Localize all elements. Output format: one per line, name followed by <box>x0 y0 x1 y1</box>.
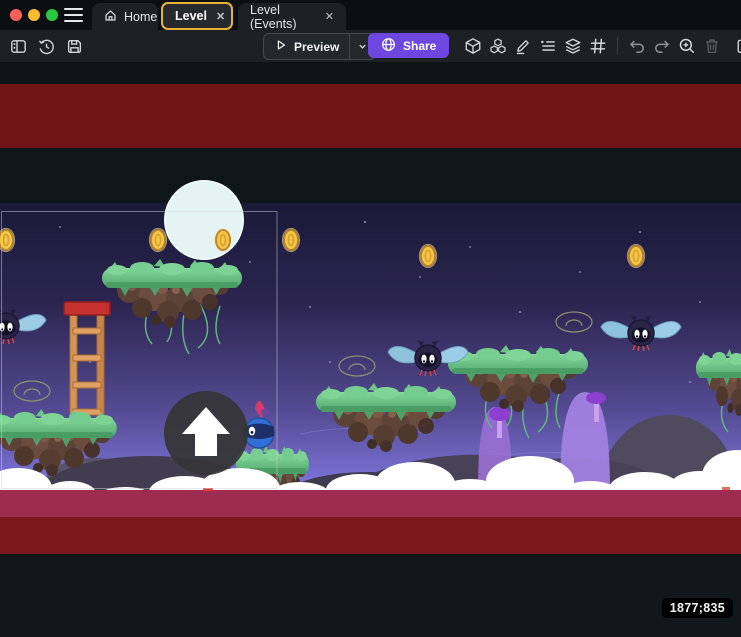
coin[interactable] <box>214 228 231 251</box>
preview-label: Preview <box>294 40 339 54</box>
tab-label: Level (Events) <box>250 3 316 31</box>
delete-icon[interactable] <box>703 37 721 55</box>
close-window-button[interactable] <box>10 9 22 21</box>
panels-icon[interactable] <box>9 37 27 55</box>
divider <box>617 37 618 55</box>
home-icon <box>104 9 117 25</box>
object-groups-icon[interactable] <box>489 37 507 55</box>
close-tab-icon[interactable]: ✕ <box>325 10 334 23</box>
jump-touch-button[interactable] <box>164 391 248 475</box>
coin[interactable] <box>149 228 166 251</box>
maximize-window-button[interactable] <box>46 9 58 21</box>
edit-notes-icon[interactable] <box>736 37 741 55</box>
globe-icon <box>381 37 396 55</box>
coin[interactable] <box>419 244 436 267</box>
history-icon[interactable] <box>37 37 55 55</box>
objects-icon[interactable] <box>464 37 482 55</box>
minimize-window-button[interactable] <box>28 9 40 21</box>
coin[interactable] <box>627 244 644 267</box>
toolbar-left-group <box>9 30 83 62</box>
zoom-in-icon[interactable] <box>678 37 696 55</box>
play-icon <box>274 38 288 55</box>
toolbar: Preview Share <box>0 30 741 62</box>
share-button[interactable]: Share <box>368 33 449 58</box>
preview-button[interactable]: Preview <box>263 33 376 60</box>
layers-icon[interactable] <box>564 37 582 55</box>
instance-properties-icon[interactable] <box>539 37 557 55</box>
top-red-banner <box>0 84 741 148</box>
save-icon[interactable] <box>65 37 83 55</box>
coin[interactable] <box>0 228 15 251</box>
scene-outside-top <box>0 62 741 84</box>
scene-editor-canvas[interactable]: 1877;835 <box>0 62 741 637</box>
share-label: Share <box>403 39 436 53</box>
dark-band <box>0 148 741 203</box>
ground-dark-red-band <box>0 517 741 554</box>
titlebar: Home Level ✕ Level (Events) ✕ <box>0 0 741 30</box>
tab-label: Level <box>175 9 207 23</box>
toolbar-right-group <box>464 30 741 62</box>
coin[interactable] <box>282 228 299 251</box>
moon[interactable] <box>165 181 243 259</box>
tab-level-events[interactable]: Level (Events) ✕ <box>238 3 346 30</box>
undo-icon[interactable] <box>628 37 646 55</box>
ground-crimson-band <box>0 490 741 517</box>
close-tab-icon[interactable]: ✕ <box>216 10 225 23</box>
marker[interactable] <box>722 487 730 490</box>
tab-level[interactable]: Level ✕ <box>161 2 233 30</box>
edit-instances-pencil-icon[interactable] <box>514 37 532 55</box>
scene-outside-bottom <box>0 554 741 637</box>
cursor-coordinates-badge: 1877;835 <box>662 598 733 618</box>
scene-canvas[interactable] <box>0 62 741 637</box>
tab-label: Home <box>124 10 157 24</box>
redo-icon[interactable] <box>653 37 671 55</box>
tab-home[interactable]: Home <box>92 3 158 30</box>
menu-hamburger-icon[interactable] <box>64 8 83 22</box>
grid-icon[interactable] <box>589 37 607 55</box>
